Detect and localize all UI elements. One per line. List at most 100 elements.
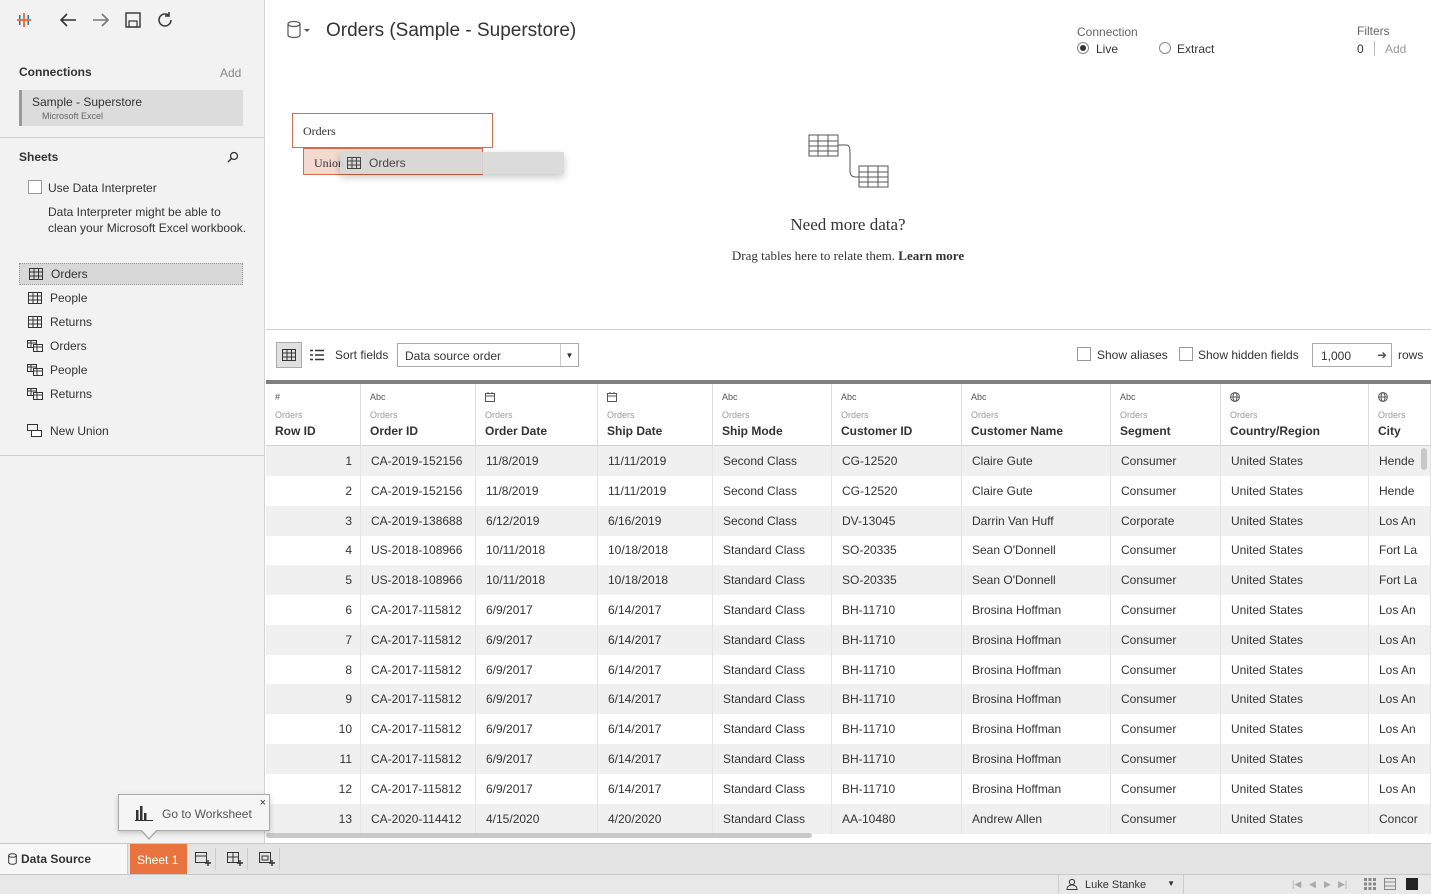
- arrow-right-icon[interactable]: ➜: [1377, 348, 1387, 362]
- data-type-label[interactable]: Abc: [971, 392, 987, 402]
- user-menu[interactable]: Luke Stanke ▼: [1058, 875, 1184, 894]
- first-page-icon[interactable]: |◀: [1292, 879, 1301, 890]
- column-source: Orders: [1120, 410, 1148, 420]
- table-cell: Brosina Hoffman: [962, 773, 1111, 804]
- forward-arrow-icon[interactable]: [89, 8, 113, 32]
- grid-view-button[interactable]: [276, 342, 302, 368]
- column-header[interactable]: Orders Order Date: [476, 384, 598, 446]
- dragging-orders-item[interactable]: Orders: [340, 152, 564, 174]
- back-arrow-icon[interactable]: [56, 8, 80, 32]
- table-cell: CG-12520: [832, 475, 962, 506]
- table-cell: SO-20335: [832, 535, 962, 566]
- column-header[interactable]: # Orders Row ID: [266, 384, 361, 446]
- datasource-icon[interactable]: [286, 20, 312, 43]
- table-cell: United States: [1221, 684, 1369, 715]
- show-hidden-fields-checkbox[interactable]: [1179, 347, 1193, 361]
- data-type-label[interactable]: Abc: [722, 392, 738, 402]
- sheet-item-returns[interactable]: Returns: [19, 311, 243, 333]
- data-type-label[interactable]: Abc: [1120, 392, 1136, 402]
- new-worksheet-icon[interactable]: [190, 848, 216, 870]
- data-type-label[interactable]: Abc: [370, 392, 386, 402]
- user-name: Luke Stanke: [1085, 879, 1147, 891]
- tab-view-icon[interactable]: [1406, 878, 1418, 893]
- sort-fields-dropdown[interactable]: Data source order ▼: [397, 343, 579, 367]
- go-to-worksheet-tooltip[interactable]: Go to Worksheet ×: [118, 794, 270, 831]
- data-interpreter-checkbox[interactable]: [28, 180, 42, 194]
- sheet-item-people-range[interactable]: People: [19, 359, 243, 381]
- column-source: Orders: [275, 410, 303, 420]
- table-cell: Standard Class: [713, 684, 832, 715]
- globe-icon[interactable]: [1230, 392, 1240, 404]
- column-header[interactable]: Orders Country/Region: [1221, 384, 1369, 446]
- horizontal-scrollbar[interactable]: [266, 833, 812, 838]
- tab-data-source[interactable]: Data Source: [0, 844, 128, 874]
- new-dashboard-icon[interactable]: [222, 848, 248, 870]
- column-header[interactable]: Abc Orders Ship Mode: [713, 384, 832, 446]
- live-radio[interactable]: [1077, 42, 1089, 54]
- tab-sheet-1[interactable]: Sheet 1: [130, 844, 187, 874]
- sheet-item-orders-range[interactable]: Orders: [19, 335, 243, 357]
- prev-page-icon[interactable]: ◀: [1309, 879, 1316, 890]
- data-type-label[interactable]: #: [275, 392, 280, 402]
- vertical-scrollbar[interactable]: [1421, 448, 1427, 470]
- table-cell: 6/9/2017: [476, 773, 598, 804]
- list-view-button[interactable]: [307, 344, 327, 366]
- refresh-icon[interactable]: [153, 8, 177, 32]
- sheet-item-orders[interactable]: Orders: [19, 263, 243, 285]
- union-icon: [27, 424, 43, 438]
- table-cell: 11/11/2019: [598, 475, 713, 506]
- column-header[interactable]: Abc Orders Segment: [1111, 384, 1221, 446]
- show-aliases-checkbox[interactable]: [1077, 347, 1091, 361]
- column-name: City: [1378, 424, 1401, 438]
- column-header[interactable]: Orders Ship Date: [598, 384, 713, 446]
- calendar-icon[interactable]: [607, 392, 617, 404]
- table-cell: United States: [1221, 744, 1369, 774]
- table-cell: Fort La: [1369, 565, 1431, 596]
- last-page-icon[interactable]: ▶|: [1338, 879, 1347, 890]
- new-story-icon[interactable]: [254, 848, 280, 870]
- table-cell: Brosina Hoffman: [962, 684, 1111, 715]
- grid-view-icon[interactable]: [1364, 878, 1376, 893]
- tableau-logo-icon[interactable]: [12, 8, 36, 32]
- table-cell: Standard Class: [713, 714, 832, 745]
- extract-radio[interactable]: [1159, 42, 1171, 54]
- calendar-icon[interactable]: [485, 392, 495, 404]
- learn-more-link[interactable]: Learn more: [898, 248, 964, 263]
- table-row: 12 CA-2017-115812 6/9/2017 6/14/2017 Standar…: [266, 773, 1431, 804]
- filmstrip-view-icon[interactable]: [1384, 878, 1396, 893]
- search-icon[interactable]: [227, 151, 239, 166]
- table-cell: United States: [1221, 565, 1369, 596]
- add-filter-link[interactable]: Add: [1385, 42, 1406, 56]
- table-cell: Second Class: [713, 475, 832, 506]
- need-more-data-heading: Need more data?: [790, 215, 906, 234]
- datasource-title[interactable]: Orders (Sample - Superstore): [326, 20, 576, 42]
- column-source: Orders: [841, 410, 869, 420]
- table-cell: Consumer: [1111, 654, 1221, 685]
- divider: [266, 329, 1431, 330]
- add-connection-link[interactable]: Add: [220, 66, 241, 80]
- table-cell: AA-10480: [832, 803, 962, 834]
- table-cell: CA-2019-138688: [361, 505, 476, 536]
- table-cell: Consumer: [1111, 624, 1221, 655]
- table-cell: BH-11710: [832, 654, 962, 685]
- close-icon[interactable]: ×: [260, 797, 266, 809]
- save-icon[interactable]: [121, 8, 145, 32]
- table-row: 5 US-2018-108966 10/11/2018 10/18/2018 Stand…: [266, 565, 1431, 596]
- table-cell: Consumer: [1111, 565, 1221, 596]
- column-header[interactable]: Abc Orders Order ID: [361, 384, 476, 446]
- data-type-label[interactable]: Abc: [841, 392, 857, 402]
- table-cell: Corporate: [1111, 505, 1221, 536]
- connection-item[interactable]: Sample - Superstore Microsoft Excel: [19, 90, 243, 126]
- new-union-item[interactable]: New Union: [19, 420, 243, 442]
- column-header[interactable]: Abc Orders Customer ID: [832, 384, 962, 446]
- column-header[interactable]: Orders City: [1369, 384, 1431, 446]
- globe-icon[interactable]: [1378, 392, 1388, 404]
- next-page-icon[interactable]: ▶: [1324, 879, 1331, 890]
- sheet-item-people[interactable]: People: [19, 287, 243, 309]
- orders-table-box[interactable]: Orders: [292, 113, 493, 148]
- sheet-item-returns-range[interactable]: Returns: [19, 383, 243, 405]
- table-cell: 4: [266, 535, 361, 566]
- column-header[interactable]: Abc Orders Customer Name: [962, 384, 1111, 446]
- chevron-down-icon: ▼: [1167, 879, 1175, 888]
- rows-input[interactable]: 1,000 ➜: [1312, 343, 1392, 367]
